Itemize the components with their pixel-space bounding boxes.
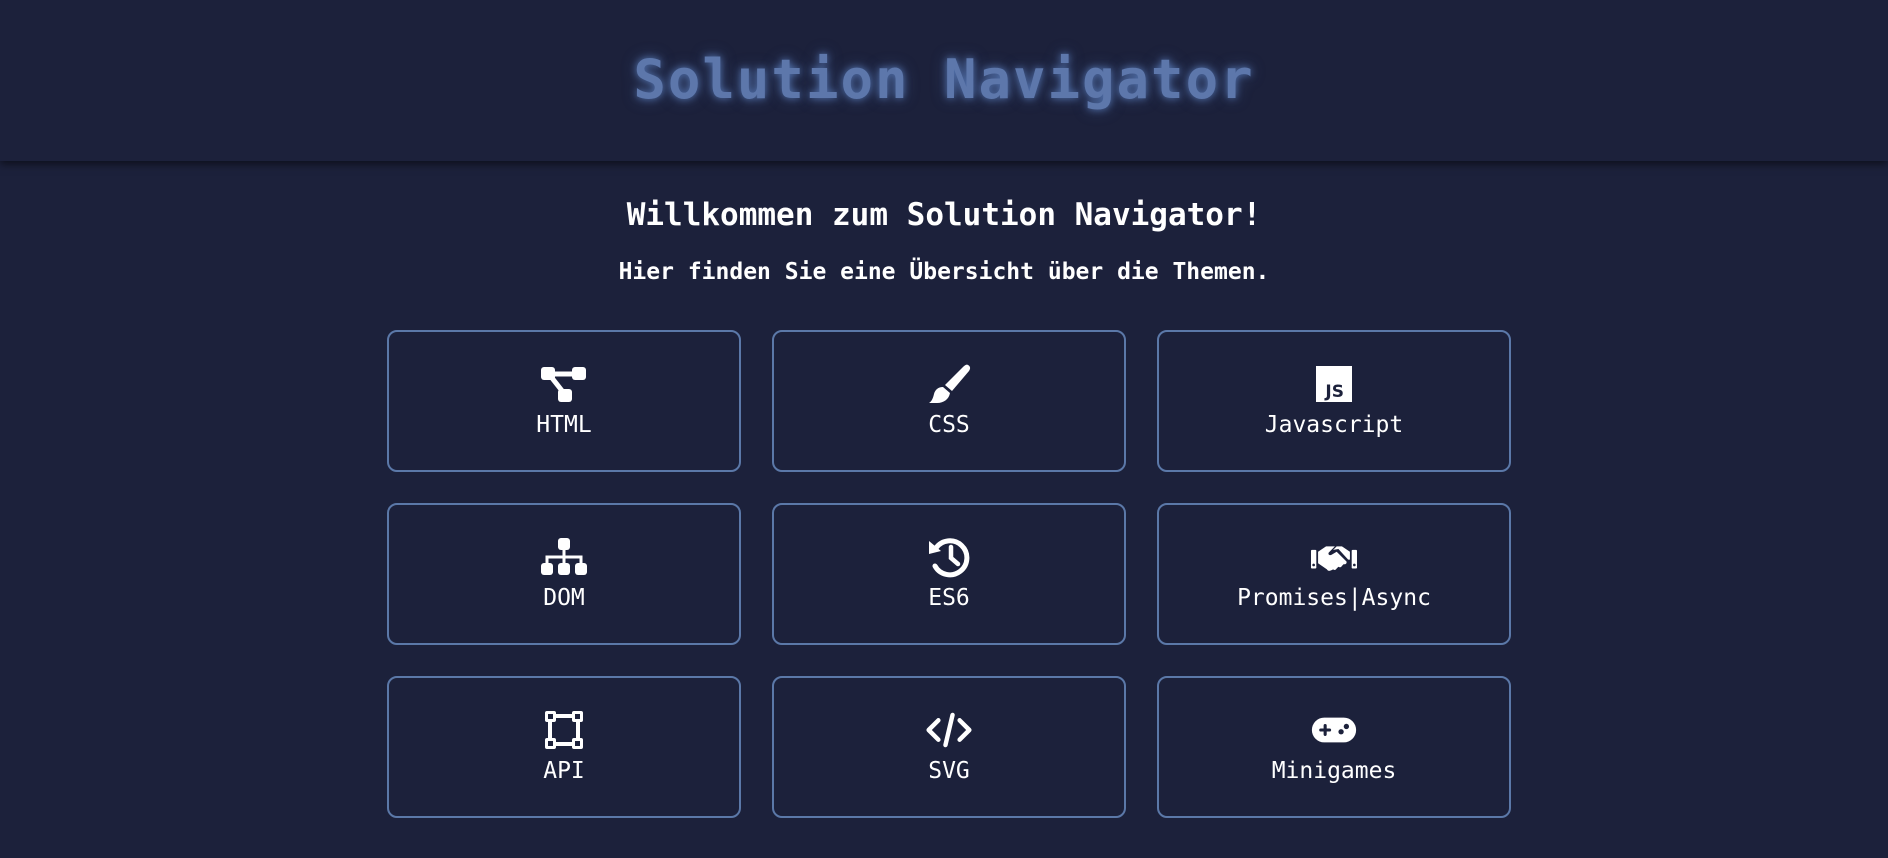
topic-card-dom[interactable]: DOM	[387, 503, 741, 645]
topic-card-html[interactable]: HTML	[387, 330, 741, 472]
topic-card-minigames[interactable]: Minigames	[1157, 676, 1511, 818]
subtitle: Hier finden Sie eine Übersicht über die …	[618, 259, 1270, 285]
code-icon	[926, 710, 972, 750]
topic-card-es6[interactable]: ES6	[772, 503, 1126, 645]
handshake-icon	[1311, 537, 1357, 577]
header-bar: Solution Navigator	[0, 0, 1888, 161]
topic-label: DOM	[543, 585, 585, 611]
topic-label: ES6	[928, 585, 970, 611]
topic-label: API	[543, 758, 585, 784]
topic-card-css[interactable]: CSS	[772, 330, 1126, 472]
topic-label: Minigames	[1271, 758, 1397, 784]
hierarchy-icon	[541, 537, 587, 577]
svg-text:JS: JS	[1324, 382, 1344, 402]
history-icon	[926, 537, 972, 578]
vector-square-icon	[541, 710, 587, 750]
js-icon: JS	[1311, 364, 1357, 404]
topic-label: Promises|Async	[1237, 585, 1431, 611]
topic-card-promises-async[interactable]: Promises|Async	[1157, 503, 1511, 645]
gamepad-icon	[1311, 710, 1357, 750]
topic-card-api[interactable]: API	[387, 676, 741, 818]
topic-label: SVG	[928, 758, 970, 784]
main-content: Willkommen zum Solution Navigator! Hier …	[0, 161, 1888, 858]
topic-label: CSS	[928, 412, 970, 438]
topic-card-javascript[interactable]: JS Javascript	[1157, 330, 1511, 472]
app-title: Solution Navigator	[633, 47, 1255, 111]
sitemap-icon	[541, 364, 587, 404]
paintbrush-icon	[926, 364, 972, 404]
topic-label: Javascript	[1264, 412, 1404, 438]
topic-card-svg[interactable]: SVG	[772, 676, 1126, 818]
topic-grid: HTML CSS JS Javascript DOM ES6 Promises|…	[387, 330, 1513, 818]
welcome-heading: Willkommen zum Solution Navigator!	[626, 197, 1262, 233]
topic-label: HTML	[536, 412, 592, 438]
